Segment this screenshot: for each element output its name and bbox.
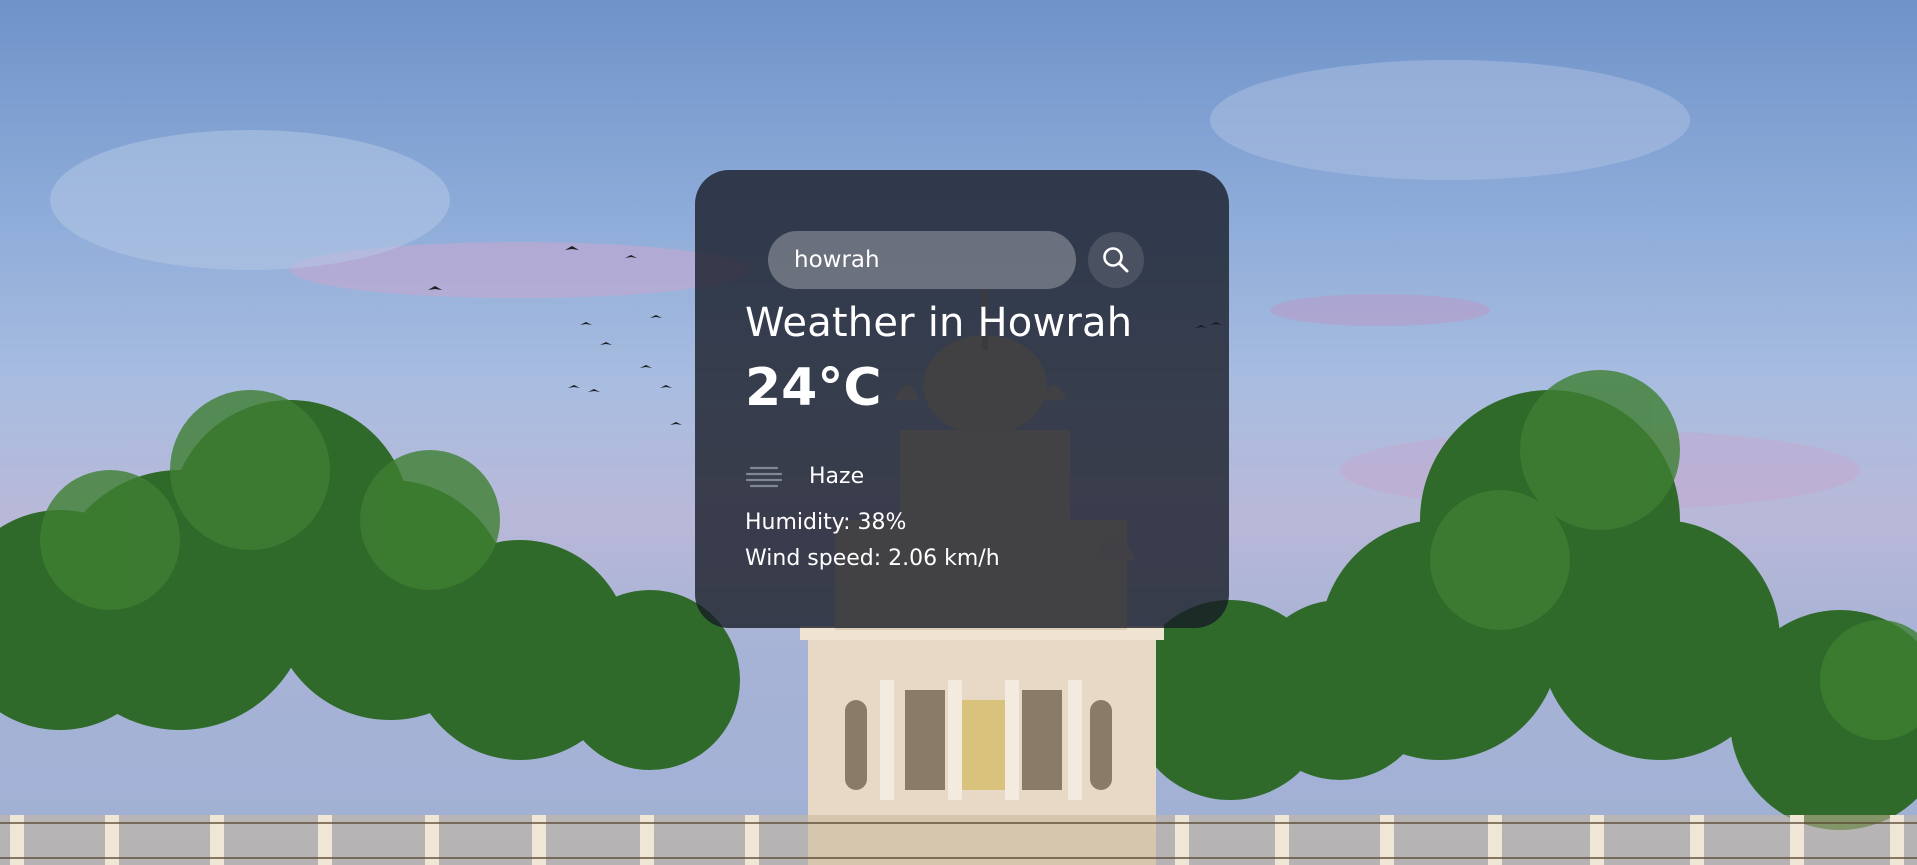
wind-speed-text: Wind speed: 2.06 km/h [745,546,1000,571]
search-input[interactable] [768,231,1076,289]
app-background: Weather in Howrah 24°C Haze Humidity: 38… [0,0,1917,865]
weather-card: Weather in Howrah 24°C Haze Humidity: 38… [695,170,1229,628]
description-text: Haze [809,463,865,489]
search-button[interactable] [1088,232,1144,288]
weather-description: Haze [737,456,864,496]
search-icon [1103,247,1129,273]
haze-icon [745,466,783,488]
humidity-text: Humidity: 38% [745,510,907,535]
city-title: Weather in Howrah [745,300,1133,346]
temperature-value: 24°C [745,358,882,418]
search-bar [768,231,1144,289]
